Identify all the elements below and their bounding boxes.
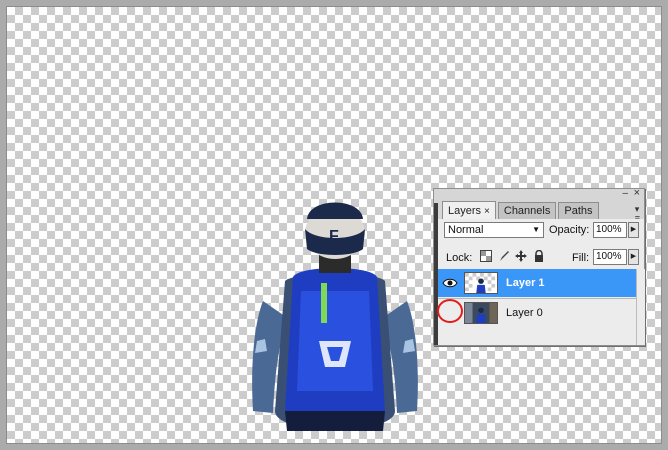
eye-icon[interactable] [440,272,460,294]
blend-mode-value: Normal [448,224,484,236]
tab-label: Paths [564,205,593,217]
svg-text:F: F [329,228,339,245]
tab-channels[interactable]: Channels [497,202,557,219]
lock-position-icon[interactable] [515,250,527,262]
close-icon[interactable]: × [634,187,640,199]
annotation-circle [437,299,463,323]
fill-input[interactable]: 100% [593,249,627,265]
layer-thumbnail [464,302,498,324]
layers-controls: Normal ▼ Opacity: 100% ▶ Lock: Fill: 100… [438,219,645,345]
lock-image-pixels-icon[interactable] [498,250,510,262]
tab-label: Channels [503,205,551,217]
minimize-icon[interactable]: – [622,188,628,199]
layer-row-layer-1[interactable]: Layer 1 [438,269,636,297]
layer-name: Layer 0 [506,307,543,319]
opacity-input[interactable]: 100% [593,222,627,238]
layer-name: Layer 1 [506,277,545,289]
layer-thumbnail [464,272,498,294]
chevron-down-icon: ▼ [532,225,540,234]
layer-row-layer-0[interactable]: Layer 0 [438,298,636,327]
fill-slider-arrow-icon[interactable]: ▶ [628,249,639,265]
panel-tabs: Layers × Channels Paths [442,201,601,219]
lock-label: Lock: [446,252,473,264]
tab-label: Layers [448,205,482,217]
lock-transparent-pixels-icon[interactable] [480,250,492,262]
panel-titlebar[interactable]: – × [434,187,644,201]
fill-label: Fill: [572,252,590,264]
tab-paths[interactable]: Paths [558,202,599,219]
lock-all-icon[interactable] [533,250,545,262]
cutout-person-image: F [252,202,418,431]
layers-panel: – × Layers × Channels Paths ▾ ≡ Normal ▼ O… [433,187,645,346]
opacity-label: Opacity: [549,224,590,236]
opacity-slider-arrow-icon[interactable]: ▶ [628,222,639,238]
tab-layers[interactable]: Layers × [442,201,496,219]
close-icon[interactable]: × [484,206,490,217]
blend-mode-select[interactable]: Normal ▼ [444,222,544,238]
layers-scrollbar[interactable] [636,269,645,345]
